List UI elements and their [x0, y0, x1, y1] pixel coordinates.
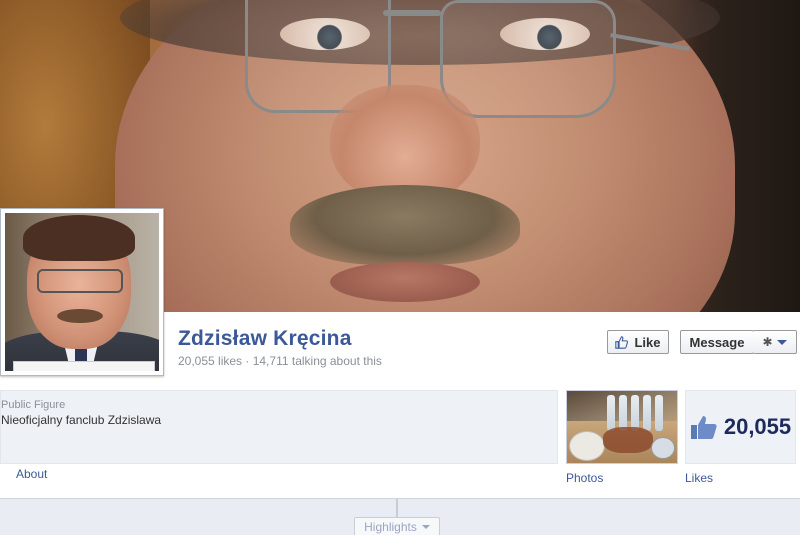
thumbs-up-icon	[690, 416, 717, 439]
tab-likes[interactable]: Likes	[685, 471, 713, 485]
like-button[interactable]: Like	[607, 330, 669, 354]
page-title[interactable]: Zdzisław Kręcina	[178, 327, 352, 351]
thumbs-up-icon	[615, 335, 629, 349]
like-button-label: Like	[634, 334, 661, 350]
photos-thumb-cup	[651, 437, 675, 459]
settings-dropdown-button[interactable]: ✱	[753, 330, 797, 354]
photos-thumb-food	[603, 427, 653, 453]
page-stats: 20,055 likes · 14,711 talking about this	[178, 354, 382, 368]
photos-thumb-bottle	[643, 395, 651, 431]
about-box[interactable]: Public Figure Nieoficjalny fanclub Zdzis…	[0, 390, 558, 464]
cover-glasses-bridge	[383, 10, 441, 16]
caret-down-icon	[421, 524, 430, 529]
cover-lips	[330, 262, 480, 302]
profile-nameplate	[13, 361, 155, 371]
profile-mustache	[57, 309, 103, 323]
profile-picture[interactable]	[0, 208, 164, 376]
cover-mustache	[290, 185, 520, 265]
highlights-dropdown[interactable]: Highlights	[354, 517, 440, 535]
tab-photos[interactable]: Photos	[566, 471, 603, 485]
timeline-strip: Highlights	[0, 498, 800, 535]
photos-thumb-plate	[569, 431, 605, 461]
profile-glasses	[37, 269, 123, 293]
gear-icon: ✱	[762, 335, 773, 349]
highlights-label: Highlights	[364, 519, 417, 534]
caret-down-icon	[776, 339, 787, 345]
message-button-label: Message	[689, 334, 745, 350]
tab-about[interactable]: About	[16, 467, 47, 481]
likes-tile[interactable]: 20,055	[685, 390, 796, 464]
photos-thumb-bottle	[619, 395, 627, 431]
cover-glasses-right-lens	[440, 0, 616, 118]
timeline-line	[396, 499, 398, 519]
photos-thumb-bottle	[655, 395, 663, 431]
photos-thumb-bottle	[607, 395, 615, 431]
page-description: Nieoficjalny fanclub Zdzislawa	[1, 413, 162, 427]
message-button[interactable]: Message	[680, 330, 754, 354]
profile-hair	[23, 215, 135, 261]
profile-photo	[5, 213, 159, 371]
page-category: Public Figure	[1, 399, 66, 411]
likes-count: 20,055	[723, 414, 792, 439]
photos-tile[interactable]	[566, 390, 678, 464]
photos-thumb-bottle	[631, 395, 639, 431]
